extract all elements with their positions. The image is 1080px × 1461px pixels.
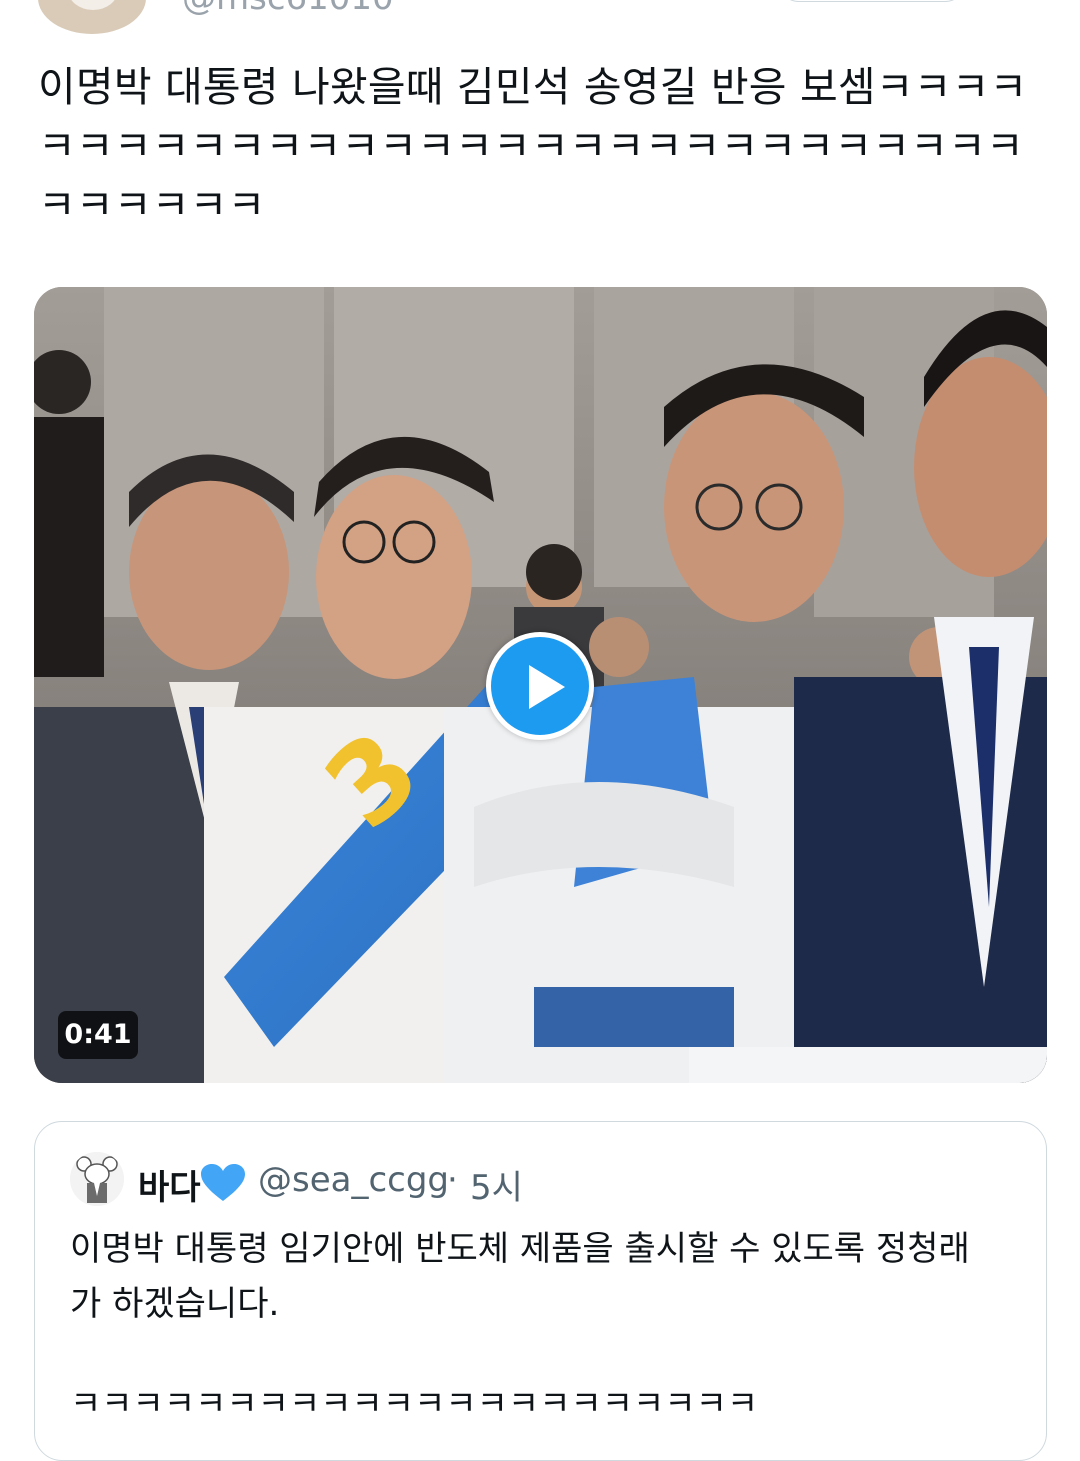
quote-author-name[interactable]: 바다 [138, 1160, 201, 1209]
quote-author-handle[interactable]: @sea_ccgg [258, 1160, 449, 1200]
author-handle[interactable]: @msc61010 [182, 0, 394, 18]
separator-dot: · [447, 1160, 458, 1200]
follow-button[interactable] [778, 0, 966, 2]
play-icon [529, 665, 565, 709]
author-avatar[interactable] [38, 0, 146, 34]
mouse-avatar-icon [70, 1152, 124, 1206]
video-duration: 0:41 [58, 1011, 138, 1059]
play-button[interactable] [486, 632, 594, 740]
quote-text: 이명박 대통령 임기안에 반도체 제품을 출시할 수 있도록 정청래가 하겠습니… [70, 1229, 970, 1324]
quote-avatar[interactable] [70, 1152, 124, 1206]
quote-timestamp[interactable]: 5시 [470, 1160, 523, 1209]
tweet-text: 이명박 대통령 나왔을때 김민석 송영길 반응 보셈ㅋㅋㅋㅋㅋㅋㅋㅋㅋㅋㅋㅋㅋㅋ… [38, 63, 1028, 229]
quote-laugh-text: ㅋㅋㅋㅋㅋㅋㅋㅋㅋㅋㅋㅋㅋㅋㅋㅋㅋㅋㅋㅋㅋㅋ [70, 1384, 759, 1424]
blue-heart-icon [199, 1163, 247, 1203]
